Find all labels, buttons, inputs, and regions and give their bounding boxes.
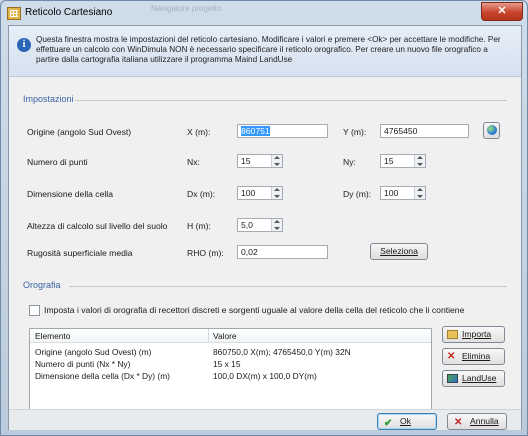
window-title: Reticolo Cartesiano	[25, 7, 113, 18]
grid-icon	[7, 7, 21, 20]
ny-label: Ny:	[343, 157, 356, 167]
column-header-elemento[interactable]: Elemento	[35, 331, 70, 341]
ok-button[interactable]: ✔ Ok	[377, 413, 437, 430]
globe-icon	[487, 125, 497, 135]
background-window-text: Navigatore progetto	[151, 4, 222, 13]
footer-bar: ✔ Ok ✕ Annulla	[9, 409, 521, 430]
column-divider	[208, 329, 209, 342]
dx-stepper[interactable]: 100	[237, 186, 283, 200]
rugosita-label: Rugosità superficiale media	[27, 248, 133, 258]
cell-elemento: Dimensione della cella (Dx * Dy) (m)	[35, 371, 170, 381]
annulla-button[interactable]: ✕ Annulla	[447, 413, 507, 430]
dialog-window: Reticolo Cartesiano Navigatore progetto …	[0, 0, 528, 436]
dy-stepper[interactable]: 100	[380, 186, 426, 200]
cell-valore: 860750,0 X(m); 4765450,0 Y(m) 32N	[213, 347, 351, 357]
dx-label: Dx (m):	[187, 189, 216, 199]
cell-valore: 15 x 15	[213, 359, 241, 369]
cancel-icon: ✕	[454, 417, 463, 428]
rho-input[interactable]: 0,02	[237, 245, 328, 259]
elimina-button[interactable]: ✕ Elimina	[442, 348, 505, 365]
landuse-button[interactable]: LandUse	[442, 370, 505, 387]
h-label: H (m):	[187, 221, 211, 231]
info-banner: i Questa finestra mostra le impostazioni…	[9, 26, 521, 77]
cella-label: Dimensione della cella	[27, 189, 113, 199]
cell-valore: 100,0 DX(m) x 100,0 DY(m)	[213, 371, 317, 381]
x-label: X (m):	[187, 127, 211, 137]
section-divider	[69, 286, 507, 287]
table-row[interactable]: Numero di punti (Nx * Ny) 15 x 15	[30, 359, 431, 370]
orografia-checkbox-label: Imposta i valori di orografia di recetto…	[44, 305, 465, 315]
spin-arrows-icon[interactable]	[414, 187, 425, 199]
map-icon	[447, 374, 458, 383]
cell-elemento: Numero di punti (Nx * Ny)	[35, 359, 131, 369]
seleziona-button[interactable]: Seleziona	[370, 243, 428, 260]
x-input[interactable]: 860751	[237, 124, 328, 138]
y-input[interactable]: 4765450	[380, 124, 469, 138]
title-bar[interactable]: Reticolo Cartesiano Navigatore progetto …	[1, 1, 527, 25]
folder-icon	[447, 330, 458, 339]
ny-stepper[interactable]: 15	[380, 154, 426, 168]
nx-stepper[interactable]: 15	[237, 154, 283, 168]
orografia-table: Elemento Valore Origine (angolo Sud Oves…	[29, 328, 432, 411]
delete-icon: ✕	[447, 351, 456, 362]
close-button[interactable]: ✕	[481, 2, 523, 21]
dy-label: Dy (m):	[343, 189, 372, 199]
column-header-valore[interactable]: Valore	[213, 331, 237, 341]
punti-label: Numero di punti	[27, 157, 88, 167]
info-icon: i	[17, 38, 31, 52]
section-divider	[75, 100, 507, 101]
origine-label: Origine (angolo Sud Ovest)	[27, 127, 132, 137]
info-text: Questa finestra mostra le impostazioni d…	[36, 35, 501, 64]
nx-label: Nx:	[187, 157, 200, 167]
y-label: Y (m):	[343, 127, 367, 137]
rho-label: RHO (m):	[187, 248, 224, 258]
table-row[interactable]: Origine (angolo Sud Ovest) (m) 860750,0 …	[30, 347, 431, 358]
h-stepper[interactable]: 5,0	[237, 218, 283, 232]
altezza-label: Altezza di calcolo sul livello del suolo	[27, 221, 168, 231]
spin-arrows-icon[interactable]	[271, 219, 282, 231]
spin-arrows-icon[interactable]	[271, 155, 282, 167]
spin-arrows-icon[interactable]	[271, 187, 282, 199]
dialog-client: i Questa finestra mostra le impostazioni…	[8, 25, 522, 430]
table-row[interactable]: Dimensione della cella (Dx * Dy) (m) 100…	[30, 371, 431, 382]
spin-arrows-icon[interactable]	[414, 155, 425, 167]
orografia-checkbox[interactable]	[29, 305, 40, 316]
table-header: Elemento Valore	[30, 329, 431, 343]
checkmark-icon: ✔	[384, 418, 393, 429]
cell-elemento: Origine (angolo Sud Ovest) (m)	[35, 347, 152, 357]
section-impostazioni-title: Impostazioni	[23, 94, 74, 104]
map-globe-button[interactable]	[483, 122, 500, 139]
importa-button[interactable]: Importa	[442, 326, 505, 343]
section-orografia-title: Orografia	[23, 280, 61, 290]
